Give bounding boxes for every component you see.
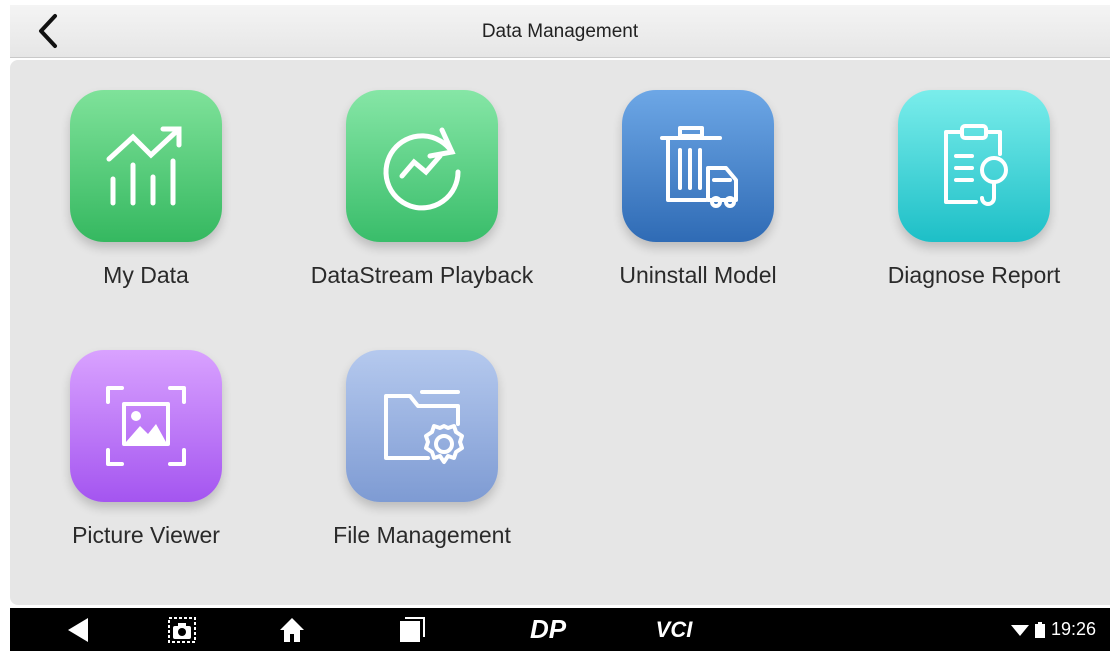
app-label: Picture Viewer bbox=[72, 522, 220, 548]
dp-logo: DP bbox=[529, 614, 567, 644]
app-grid: My Data DataStream Playback Uninstall Mo… bbox=[10, 60, 1110, 605]
dp-logo-button[interactable]: DP bbox=[518, 608, 578, 651]
refresh-trend-icon bbox=[383, 127, 461, 211]
wifi-icon bbox=[1010, 624, 1029, 636]
chevron-left-icon bbox=[39, 14, 57, 48]
clipboard-search-icon bbox=[944, 124, 1008, 206]
clock: 19:26 bbox=[1050, 619, 1096, 639]
app-datastream-playback[interactable]: DataStream Playback bbox=[310, 90, 534, 300]
picture-viewer-tile[interactable] bbox=[70, 350, 222, 502]
image-frame-icon bbox=[106, 386, 186, 466]
title-bar: Data Management bbox=[10, 5, 1110, 58]
recents-icon bbox=[400, 616, 425, 642]
recents-button[interactable] bbox=[392, 608, 432, 651]
nav-back-icon bbox=[68, 617, 88, 642]
app-diagnose-report[interactable]: Diagnose Report bbox=[864, 90, 1084, 300]
file-management-tile[interactable] bbox=[346, 350, 498, 502]
page-title: Data Management bbox=[481, 21, 639, 42]
app-label: File Management bbox=[333, 522, 511, 548]
back-button[interactable] bbox=[28, 11, 68, 51]
datastream-playback-tile[interactable] bbox=[346, 90, 498, 242]
vci-logo-button[interactable]: VCI bbox=[644, 608, 704, 651]
bar-chart-trend-icon bbox=[106, 126, 182, 206]
vci-logo: VCI bbox=[655, 616, 693, 642]
system-nav-bar: DP VCI 19:26 bbox=[10, 608, 1110, 651]
uninstall-model-tile[interactable] bbox=[622, 90, 774, 242]
diagnose-report-tile[interactable] bbox=[898, 90, 1050, 242]
app-label: My Data bbox=[103, 262, 189, 288]
home-icon bbox=[280, 617, 304, 642]
app-label: Uninstall Model bbox=[619, 262, 777, 288]
battery-icon bbox=[1034, 621, 1045, 638]
status-area: 19:26 bbox=[1010, 608, 1096, 651]
trash-car-icon bbox=[660, 126, 738, 208]
app-picture-viewer[interactable]: Picture Viewer bbox=[36, 350, 256, 560]
app-uninstall-model[interactable]: Uninstall Model bbox=[588, 90, 808, 300]
app-label: DataStream Playback bbox=[310, 262, 534, 288]
home-button[interactable] bbox=[272, 608, 312, 651]
screenshot-button[interactable] bbox=[162, 608, 202, 651]
app-label: Diagnose Report bbox=[887, 262, 1061, 288]
app-my-data[interactable]: My Data bbox=[36, 90, 256, 300]
my-data-tile[interactable] bbox=[70, 90, 222, 242]
app-file-management[interactable]: File Management bbox=[312, 350, 532, 560]
camera-icon bbox=[168, 616, 196, 643]
nav-back-button[interactable] bbox=[58, 608, 98, 651]
folder-gear-icon bbox=[384, 390, 464, 464]
